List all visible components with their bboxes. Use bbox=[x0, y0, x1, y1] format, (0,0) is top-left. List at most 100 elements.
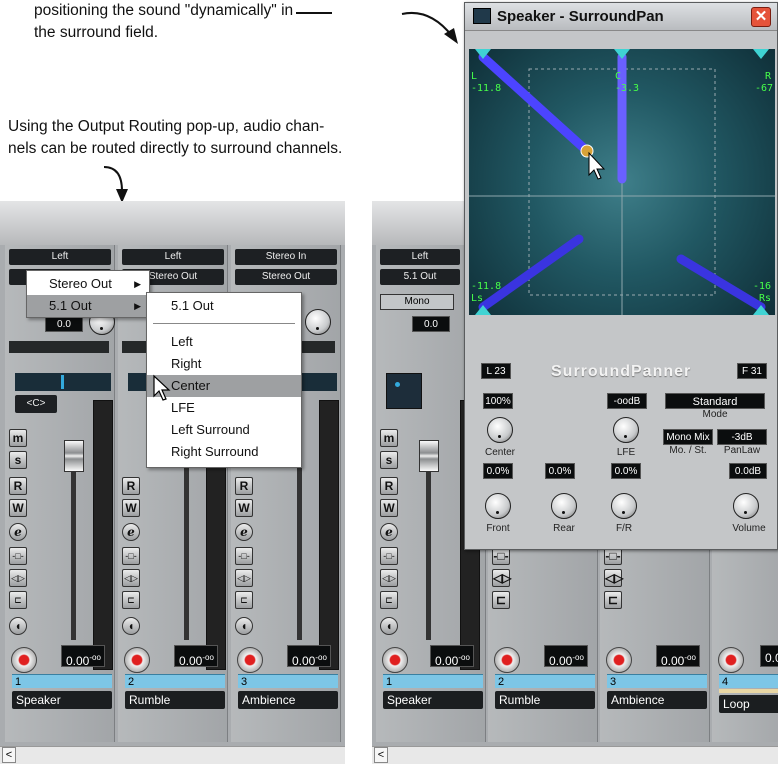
eq-bypass-button[interactable]: ◁▷ bbox=[492, 569, 511, 587]
menu-item-right-surround[interactable]: Right Surround bbox=[147, 441, 301, 463]
volume-value[interactable]: 0.00-oo bbox=[656, 645, 700, 668]
scroll-left-icon[interactable]: < bbox=[2, 747, 16, 763]
read-button[interactable]: R bbox=[235, 477, 253, 495]
mono-button[interactable]: Mono bbox=[380, 294, 454, 310]
volume-value[interactable]: 0.00-oo bbox=[544, 645, 588, 668]
input-routing[interactable]: Left bbox=[9, 249, 111, 265]
pan-value[interactable]: <C> bbox=[15, 395, 57, 413]
edit-button[interactable]: e bbox=[235, 523, 253, 541]
input-gain-value[interactable]: 0.0 bbox=[412, 316, 450, 332]
write-button[interactable]: W bbox=[235, 499, 253, 517]
channel-name[interactable]: Ambience bbox=[607, 691, 707, 709]
insert-bypass-button[interactable]: -□- bbox=[9, 547, 27, 565]
volume-knob[interactable] bbox=[733, 493, 759, 519]
menu-item-51-out[interactable]: 5.1 Out ▶ bbox=[27, 295, 149, 317]
fader-track[interactable] bbox=[184, 440, 189, 640]
eq-bypass-button[interactable]: ◁▷ bbox=[380, 569, 398, 587]
send-bypass-button[interactable]: ⊏ bbox=[604, 591, 622, 609]
channel-name[interactable]: Speaker bbox=[383, 691, 483, 709]
eq-bar[interactable] bbox=[9, 341, 109, 353]
volume-value[interactable]: 0.00-oo bbox=[430, 645, 474, 668]
surround-field[interactable]: L -11.8 C -3.3 R -67 -11.8 Ls -16 Rs bbox=[469, 49, 775, 315]
menu-item-left-surround[interactable]: Left Surround bbox=[147, 419, 301, 441]
read-button[interactable]: R bbox=[122, 477, 140, 495]
surround-mini-display[interactable] bbox=[386, 373, 422, 409]
send-bypass-button[interactable]: ⊏ bbox=[492, 591, 510, 609]
monitor-icon[interactable]: ◖ bbox=[380, 617, 398, 635]
center-level-value[interactable]: 100% bbox=[483, 393, 513, 409]
insert-bypass-button[interactable]: -□- bbox=[122, 547, 140, 565]
record-button[interactable] bbox=[606, 647, 632, 673]
front-divergence-value[interactable]: 0.0% bbox=[483, 463, 513, 479]
edit-button[interactable]: e bbox=[9, 523, 27, 541]
volume-value[interactable]: 0.00-oo bbox=[174, 645, 218, 668]
record-button[interactable] bbox=[494, 647, 520, 673]
scroll-left-icon[interactable]: < bbox=[374, 747, 388, 763]
volume-value[interactable]: 0.00 bbox=[760, 645, 778, 667]
channel-name[interactable]: Ambience bbox=[238, 691, 338, 709]
rear-divergence-value[interactable]: 0.0% bbox=[545, 463, 575, 479]
edit-button[interactable]: e bbox=[380, 523, 398, 541]
eq-bypass-button[interactable]: ◁▷ bbox=[235, 569, 253, 587]
menu-item-left[interactable]: Left bbox=[147, 331, 301, 353]
volume-value[interactable]: 0.00-oo bbox=[61, 645, 105, 668]
fader-handle[interactable] bbox=[64, 440, 84, 472]
rear-knob[interactable] bbox=[551, 493, 577, 519]
mode-select[interactable]: Standard bbox=[665, 393, 765, 409]
monitor-icon[interactable]: ◖ bbox=[9, 617, 27, 635]
front-knob[interactable] bbox=[485, 493, 511, 519]
eq-bypass-button[interactable]: ◁▷ bbox=[604, 569, 623, 587]
channel-name[interactable]: Speaker bbox=[12, 691, 112, 709]
mute-button[interactable]: m bbox=[380, 429, 398, 447]
record-button[interactable] bbox=[11, 647, 37, 673]
read-button[interactable]: R bbox=[380, 477, 398, 495]
fader-handle[interactable] bbox=[419, 440, 439, 472]
menu-item-right[interactable]: Right bbox=[147, 353, 301, 375]
record-button[interactable] bbox=[718, 647, 744, 673]
write-button[interactable]: W bbox=[122, 499, 140, 517]
input-routing[interactable]: Left bbox=[122, 249, 224, 265]
gain-knob[interactable] bbox=[305, 309, 331, 335]
send-bypass-button[interactable]: ⊏ bbox=[122, 591, 140, 609]
pan-display[interactable] bbox=[15, 373, 111, 391]
mixer-scrollbar[interactable]: < bbox=[372, 746, 778, 764]
input-gain-value[interactable]: 0.0 bbox=[45, 316, 83, 332]
solo-button[interactable]: s bbox=[380, 451, 398, 469]
monitor-icon[interactable]: ◖ bbox=[235, 617, 253, 635]
front-rear-position-value[interactable]: F 31 bbox=[737, 363, 767, 379]
input-routing[interactable]: Stereo In bbox=[235, 249, 337, 265]
menu-item-stereo-out[interactable]: Stereo Out ▶ bbox=[27, 273, 149, 295]
edit-button[interactable]: e bbox=[122, 523, 140, 541]
write-button[interactable]: W bbox=[9, 499, 27, 517]
channel-name[interactable]: Rumble bbox=[495, 691, 595, 709]
channel-name[interactable]: Loop bbox=[719, 695, 778, 713]
channel-name[interactable]: Rumble bbox=[125, 691, 225, 709]
send-bypass-button[interactable]: ⊏ bbox=[235, 591, 253, 609]
send-bypass-button[interactable]: ⊏ bbox=[9, 591, 27, 609]
left-right-position-value[interactable]: L 23 bbox=[481, 363, 511, 379]
mono-mix-select[interactable]: Mono Mix bbox=[663, 429, 713, 445]
fader-track[interactable] bbox=[297, 440, 302, 640]
lfe-level-value[interactable]: -oodB bbox=[607, 393, 647, 409]
fr-divergence-value[interactable]: 0.0% bbox=[611, 463, 641, 479]
input-routing[interactable]: Left bbox=[380, 249, 460, 265]
record-button[interactable] bbox=[237, 647, 263, 673]
eq-bypass-button[interactable]: ◁▷ bbox=[9, 569, 27, 587]
mixer-scrollbar[interactable]: < bbox=[0, 746, 345, 764]
record-button[interactable] bbox=[382, 647, 408, 673]
eq-bypass-button[interactable]: ◁▷ bbox=[122, 569, 140, 587]
center-knob[interactable] bbox=[487, 417, 513, 443]
output-routing[interactable]: 5.1 Out bbox=[380, 269, 460, 285]
solo-button[interactable]: s bbox=[9, 451, 27, 469]
panlaw-select[interactable]: -3dB bbox=[717, 429, 767, 445]
fr-knob[interactable] bbox=[611, 493, 637, 519]
volume-value[interactable]: 0.0dB bbox=[729, 463, 767, 479]
send-bypass-button[interactable]: ⊏ bbox=[380, 591, 398, 609]
volume-value[interactable]: 0.00-oo bbox=[287, 645, 331, 668]
record-button[interactable] bbox=[124, 647, 150, 673]
read-button[interactable]: R bbox=[9, 477, 27, 495]
insert-bypass-button[interactable]: -□- bbox=[380, 547, 398, 565]
close-icon[interactable]: ✕ bbox=[751, 7, 771, 27]
window-title-bar[interactable]: Speaker - SurroundPan ✕ bbox=[465, 3, 777, 31]
monitor-icon[interactable]: ◖ bbox=[122, 617, 140, 635]
